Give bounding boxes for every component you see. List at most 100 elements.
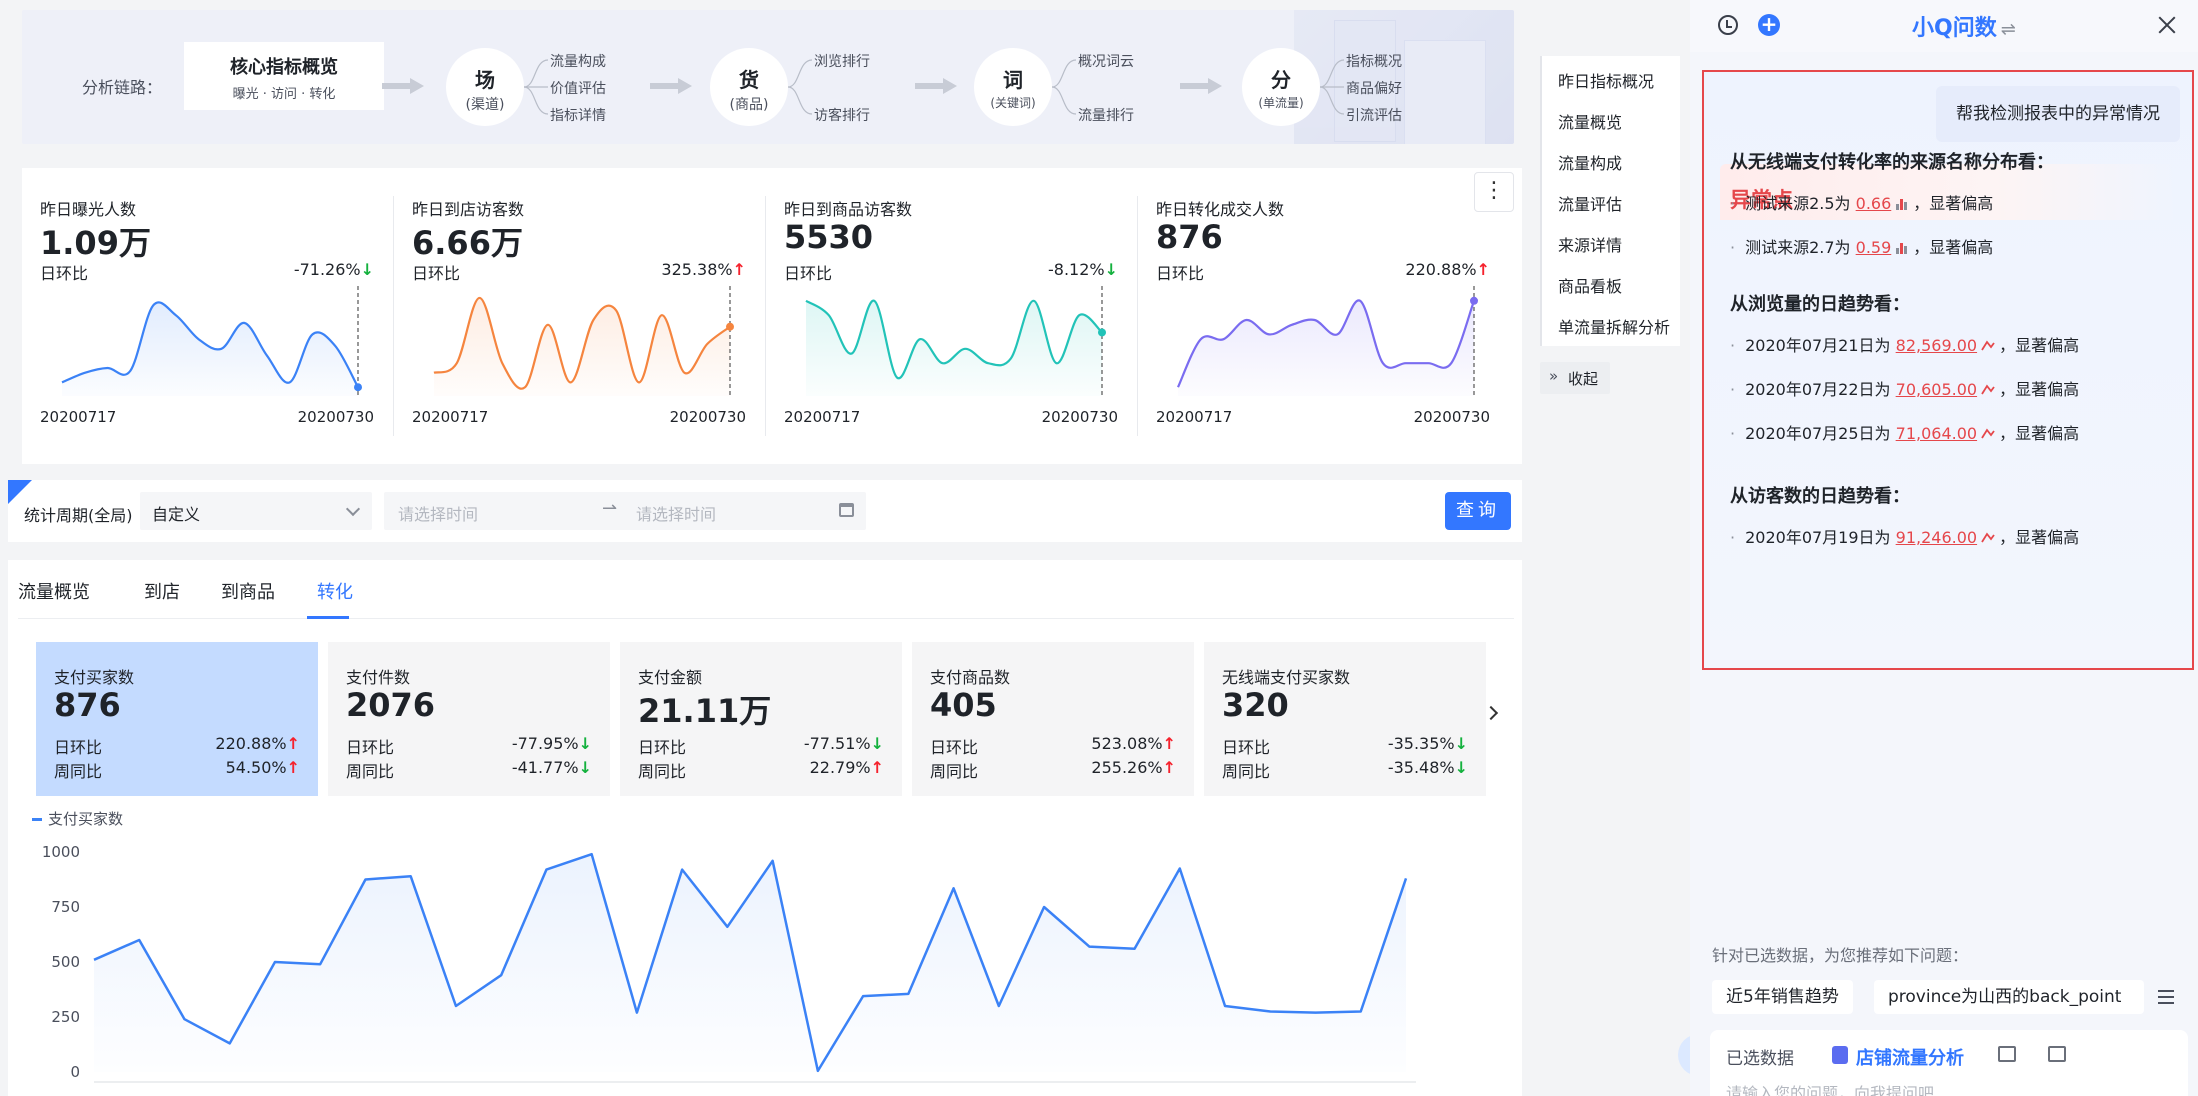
branch-link[interactable]: 价值评估 [550,78,606,98]
anomaly-value-link[interactable]: 82,569.00 [1896,336,1977,355]
branch-link[interactable]: 指标详情 [550,105,606,125]
range-arrow-icon: ⇀ [602,498,618,519]
card-day-value: -77.51% [803,734,871,753]
history-icon[interactable] [1718,15,1738,35]
chart-legend[interactable]: 支付买家数 [32,808,123,829]
branch-link[interactable]: 概况词云 [1078,51,1134,71]
chain-node-2[interactable]: 货 (商品) [710,48,788,126]
anchor-nav-item[interactable]: 商品看板 [1558,273,1622,297]
arrow-up-icon: ↑ [286,734,300,753]
kpi-card[interactable]: 昨日曝光人数 1.09万 日环比 -71.26%↓ 20200717 20200730 [22,168,394,464]
suggest-chip-2[interactable]: province为山西的back_point [1874,980,2144,1014]
metric-card[interactable]: 无线端支付买家数 320 日环比 -35.35%↓ 周同比 -35.48%↓ [1204,642,1486,796]
app-root: 分析链路： 核心指标概览 曝光 · 访问 · 转化 场 (渠道) 流量构成 价值评估指… [0,0,2198,1096]
anomaly-value-link[interactable]: 70,605.00 [1896,380,1977,399]
end-date-input[interactable]: 请选择时间 [636,501,716,525]
kpi-name: 昨日曝光人数 [40,200,137,219]
chain-node-4[interactable]: 分 (单流量) [1242,48,1320,126]
flow-arrow-icon [382,78,424,94]
tab-to-store[interactable]: 到店 [144,578,180,604]
kpi-panel: 昨日曝光人数 1.09万 日环比 -71.26%↓ 20200717 20200730 昨日… [22,168,1522,464]
card-value: 21.11万 [638,692,772,730]
list-icon[interactable] [2158,990,2174,1004]
anchor-nav-item[interactable]: 流量构成 [1558,150,1622,174]
query-button[interactable]: 查询 [1445,492,1511,530]
kpi-compare-label: 日环比 [412,264,461,283]
calendar-icon[interactable] [839,503,854,517]
start-date-input[interactable]: 请选择时间 [398,501,478,525]
chart-icon[interactable] [2048,1046,2066,1062]
card-day-value: 220.88% [215,734,287,753]
kpi-card[interactable]: 昨日到商品访客数 5530 日环比 -8.12%↓ 20200717 20200730 [766,168,1138,464]
anomaly-value-link[interactable]: 0.59 [1856,238,1892,257]
tab-traffic-overview[interactable]: 流量概览 [18,578,90,604]
new-chat-icon[interactable]: + [1758,14,1780,36]
metric-card[interactable]: 支付买家数 876 日环比 220.88%↑ 周同比 54.50%↑ [36,642,318,796]
collapse-button[interactable]: » 收起 [1540,362,1610,394]
anchor-nav-item[interactable]: 单流量拆解分析 [1558,314,1670,338]
chain-node-1[interactable]: 场 (渠道) [446,48,524,126]
switch-icon[interactable]: ⇌ [2001,19,2016,40]
anchor-nav-item[interactable]: 昨日指标概况 [1558,68,1654,92]
sparkline-last-point [1470,296,1478,305]
anomaly-value-link[interactable]: 71,064.00 [1896,424,1977,443]
branch-link[interactable]: 浏览排行 [814,51,870,71]
anchor-nav-item[interactable]: 来源详情 [1558,232,1622,256]
branch-link[interactable]: 指标概况 [1346,51,1402,71]
more-options-button[interactable]: ⋮ [1474,172,1514,212]
anchor-nav-item[interactable]: 流量概览 [1558,109,1622,133]
core-metrics-box[interactable]: 核心指标概览 曝光 · 访问 · 转化 [184,42,384,110]
bullet-dot: · [1730,336,1736,355]
chat-input[interactable]: 请输入您的问题，向我提问吧 [1726,1080,1934,1096]
sparkline-last-point [1098,328,1106,337]
kpi-card[interactable]: 昨日到店访客数 6.66万 日环比 325.38%↑ 20200717 20200730 [394,168,766,464]
selected-data-label: 已选数据 [1726,1049,1794,1069]
suggest-chip-1[interactable]: 近5年销售趋势 [1712,980,1853,1014]
corner-flag-icon [8,480,32,504]
mini-trend-icon [1981,340,1995,351]
kpi-change-value: 220.88% [1405,260,1477,279]
dataset-name[interactable]: 店铺流量分析 [1856,1044,1964,1070]
y-tick-label: 500 [51,953,80,971]
arrow-down-icon: ↓ [1454,758,1468,777]
table-icon[interactable] [1998,1046,2016,1062]
branch-link[interactable]: 引流评估 [1346,105,1402,125]
anomaly-item: · 2020年07月19日为 91,246.00 ，显著偏高 [1730,524,2079,548]
kpi-end-date: 20200730 [669,408,746,426]
chevron-right-icon[interactable] [1483,705,1499,721]
branch-link[interactable]: 流量排行 [1078,105,1134,125]
metric-card[interactable]: 支付商品数 405 日环比 523.08%↑ 周同比 255.26%↑ [912,642,1194,796]
card-week-value: -41.77% [511,758,579,777]
tab-to-product[interactable]: 到商品 [221,578,275,604]
anomaly-value-link[interactable]: 0.66 [1856,194,1892,213]
close-icon[interactable] [2156,14,2178,36]
period-select[interactable]: 自定义 [140,492,372,530]
right-anchor-nav: 昨日指标概况 流量概览流量构成流量评估来源详情商品看板单流量拆解分析 [1540,56,1680,346]
chat-title[interactable]: 小Q问数 ⇌ [1912,10,2016,42]
date-range-picker[interactable]: 请选择时间 ⇀ 请选择时间 [384,492,866,530]
y-tick-label: 0 [70,1063,80,1081]
anomaly-value-link[interactable]: 91,246.00 [1896,528,1977,547]
metric-card[interactable]: 支付金额 21.11万 日环比 -77.51%↓ 周同比 22.79%↑ [620,642,902,796]
anomaly-item: · 2020年07月21日为 82,569.00 ，显著偏高 [1730,332,2079,356]
node-char: 分 [1271,68,1291,92]
branch-link[interactable]: 流量构成 [550,51,606,71]
collapse-label: 收起 [1568,370,1599,388]
kpi-end-date: 20200730 [297,408,374,426]
core-subtitle: 曝光 · 访问 · 转化 [232,87,336,102]
chain-node-3[interactable]: 词 (关键词) [974,48,1052,126]
metric-card[interactable]: 支付件数 2076 日环比 -77.95%↓ 周同比 -41.77%↓ [328,642,610,796]
answer-highlight-box: 帮我检测报表中的异常情况 异常点 从无线端支付转化率的来源名称分布看： · 测试来源… [1702,70,2194,670]
tab-conversion[interactable]: 转化 [317,578,353,604]
anchor-nav-item[interactable]: 流量评估 [1558,191,1622,215]
kpi-compare-label: 日环比 [40,264,89,283]
branch-link[interactable]: 访客排行 [814,105,870,125]
bullet-dot: · [1730,380,1736,399]
branch-link[interactable]: 商品偏好 [1346,78,1402,98]
card-day-change: 220.88%↑ [215,734,300,753]
kpi-compare-label: 日环比 [784,264,833,283]
legend-label: 支付买家数 [48,810,124,828]
card-name: 支付商品数 [930,668,1011,687]
dataset-icon [1832,1046,1848,1064]
kpi-card[interactable]: 昨日转化成交人数 876 日环比 220.88%↑ 20200717 20200730 [1138,168,1510,464]
